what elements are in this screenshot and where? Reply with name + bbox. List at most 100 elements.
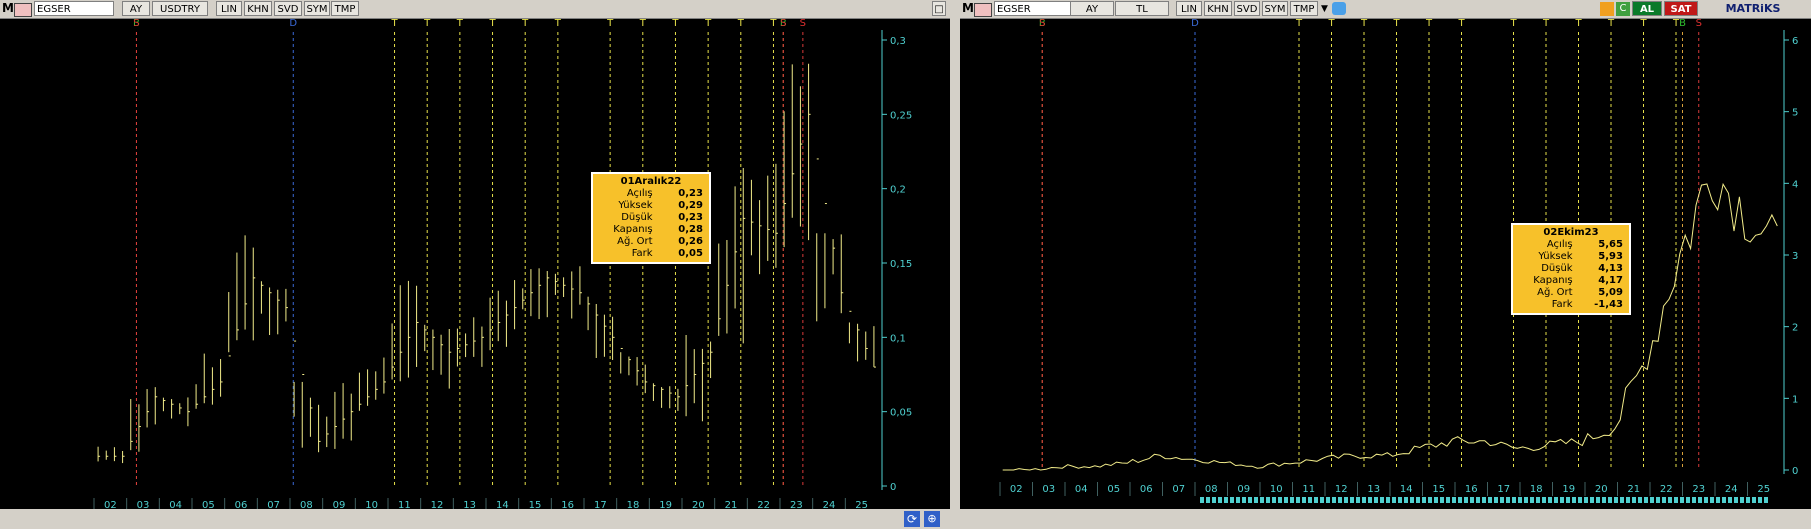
y-tick-label: 4 — [1792, 179, 1798, 190]
scroll-strip-tick — [1680, 497, 1684, 503]
tooltip-date: 01Aralık22 — [620, 176, 682, 187]
scroll-strip-tick — [1632, 497, 1636, 503]
x-tick-label: 08 — [300, 500, 313, 509]
scroll-strip-tick — [1206, 497, 1210, 503]
scroll-strip-tick — [1602, 497, 1606, 503]
scroll-strip-tick — [1320, 497, 1324, 503]
scroll-strip-tick — [1476, 497, 1480, 503]
x-tick-label: 15 — [1432, 484, 1445, 495]
tooltip-value: 4,17 — [1598, 275, 1623, 286]
tooltip-row: Düşük 0,23 — [593, 212, 709, 224]
x-tick-label: 09 — [1237, 484, 1250, 495]
signal-marker: T — [606, 18, 614, 29]
tooltip-row: Fark 0,05 — [593, 248, 709, 260]
signal-marker: T — [1509, 18, 1517, 29]
scroll-strip-tick — [1230, 497, 1234, 503]
zoom-icon[interactable]: ⊕ — [924, 511, 940, 527]
scroll-strip-tick — [1278, 497, 1282, 503]
scroll-strip-tick — [1506, 497, 1510, 503]
scroll-strip-tick — [1692, 497, 1696, 503]
scroll-strip-tick — [1350, 497, 1354, 503]
scroll-strip-tick — [1608, 497, 1612, 503]
y-tick-label: 0,05 — [890, 408, 912, 419]
x-tick-label: 09 — [333, 500, 346, 509]
signal-marker: B — [1679, 18, 1686, 29]
scroll-strip-tick — [1446, 497, 1450, 503]
tooltip-row: Açılış 5,65 — [1513, 239, 1629, 251]
x-tick-label: 02 — [104, 500, 117, 509]
right-data-tooltip: 02Ekim23 Açılış 5,65 Yüksek 5,93 Düşük 4,13… — [1511, 223, 1631, 315]
tooltip-value: 5,93 — [1598, 251, 1623, 262]
left-chart-panel: M EGSER AY USDTRY LIN KHN SVD SYM TMP □ … — [0, 0, 950, 529]
x-tick-label: 23 — [790, 500, 803, 509]
tooltip-value: -1,43 — [1594, 299, 1623, 310]
x-tick-label: 07 — [1172, 484, 1185, 495]
scroll-strip-tick — [1572, 497, 1576, 503]
x-tick-label: 18 — [1530, 484, 1543, 495]
scroll-strip-tick — [1596, 497, 1600, 503]
scroll-strip-tick — [1254, 497, 1258, 503]
x-tick-label: 12 — [431, 500, 444, 509]
signal-marker: T — [554, 18, 562, 29]
y-tick-label: 3 — [1792, 251, 1798, 262]
x-tick-label: 21 — [1627, 484, 1640, 495]
scroll-strip-tick — [1326, 497, 1330, 503]
signal-marker: D — [289, 18, 297, 29]
tooltip-label: Ağ. Ort — [1537, 287, 1573, 298]
scroll-strip-tick — [1518, 497, 1522, 503]
tooltip-label: Kapanış — [613, 224, 653, 235]
scroll-strip-tick — [1338, 497, 1342, 503]
scroll-strip-tick — [1422, 497, 1426, 503]
scroll-strip-tick — [1650, 497, 1654, 503]
scroll-strip-tick — [1524, 497, 1528, 503]
tooltip-row: Kapanış 4,17 — [1513, 275, 1629, 287]
tooltip-label: Fark — [1551, 299, 1573, 310]
signal-marker: T — [1574, 18, 1582, 29]
scroll-strip-tick — [1284, 497, 1288, 503]
tooltip-date: 02Ekim23 — [1543, 227, 1599, 238]
tooltip-row: Fark -1,43 — [1513, 299, 1629, 311]
x-tick-label: 20 — [1595, 484, 1608, 495]
right-price-chart[interactable]: 02 03 04 05 06 07 08 09 10 11 12 13 14 15 16 17 18 19 20 21… — [960, 0, 1811, 509]
scroll-strip-tick — [1362, 497, 1366, 503]
tooltip-value: 0,23 — [678, 188, 703, 199]
scroll-strip-tick — [1638, 497, 1642, 503]
scroll-strip-tick — [1494, 497, 1498, 503]
scroll-strip-tick — [1566, 497, 1570, 503]
tooltip-row: Kapanış 0,28 — [593, 224, 709, 236]
scroll-strip-tick — [1380, 497, 1384, 503]
y-tick-label: 0,2 — [890, 185, 906, 196]
left-price-chart[interactable]: 02 03 04 05 06 07 08 09 10 11 12 13 14 15 16 17 18 19 20 21… — [0, 0, 950, 509]
scroll-strip-tick — [1620, 497, 1624, 503]
right-bottom-strip — [960, 509, 1811, 529]
x-tick-label: 15 — [529, 500, 542, 509]
x-tick-label: 05 — [1107, 484, 1120, 495]
signal-marker: D — [1191, 18, 1199, 29]
x-tick-label: 07 — [267, 500, 280, 509]
x-tick-label: 19 — [659, 500, 672, 509]
x-tick-label: 25 — [1757, 484, 1770, 495]
scroll-strip-tick — [1236, 497, 1240, 503]
scroll-strip-tick — [1656, 497, 1660, 503]
x-tick-label: 19 — [1562, 484, 1575, 495]
scroll-strip-tick — [1662, 497, 1666, 503]
signal-marker: T — [456, 18, 464, 29]
tooltip-value: 0,26 — [678, 236, 703, 247]
signal-marker: S — [1696, 18, 1702, 29]
scroll-strip-tick — [1218, 497, 1222, 503]
tooltip-label: Yüksek — [618, 200, 653, 211]
tooltip-value: 5,65 — [1598, 239, 1623, 250]
scroll-strip-tick — [1428, 497, 1432, 503]
scroll-strip-tick — [1224, 497, 1228, 503]
scroll-strip-tick — [1302, 497, 1306, 503]
tooltip-row: Ağ. Ort 0,26 — [593, 236, 709, 248]
scroll-strip-tick — [1686, 497, 1690, 503]
x-tick-label: 17 — [1497, 484, 1510, 495]
scroll-strip-tick — [1590, 497, 1594, 503]
scroll-strip-tick — [1716, 497, 1720, 503]
signal-marker: T — [1607, 18, 1615, 29]
tooltip-label: Ağ. Ort — [617, 236, 653, 247]
scroll-strip-tick — [1674, 497, 1678, 503]
scroll-strip-tick — [1500, 497, 1504, 503]
refresh-icon[interactable]: ⟳ — [904, 511, 920, 527]
